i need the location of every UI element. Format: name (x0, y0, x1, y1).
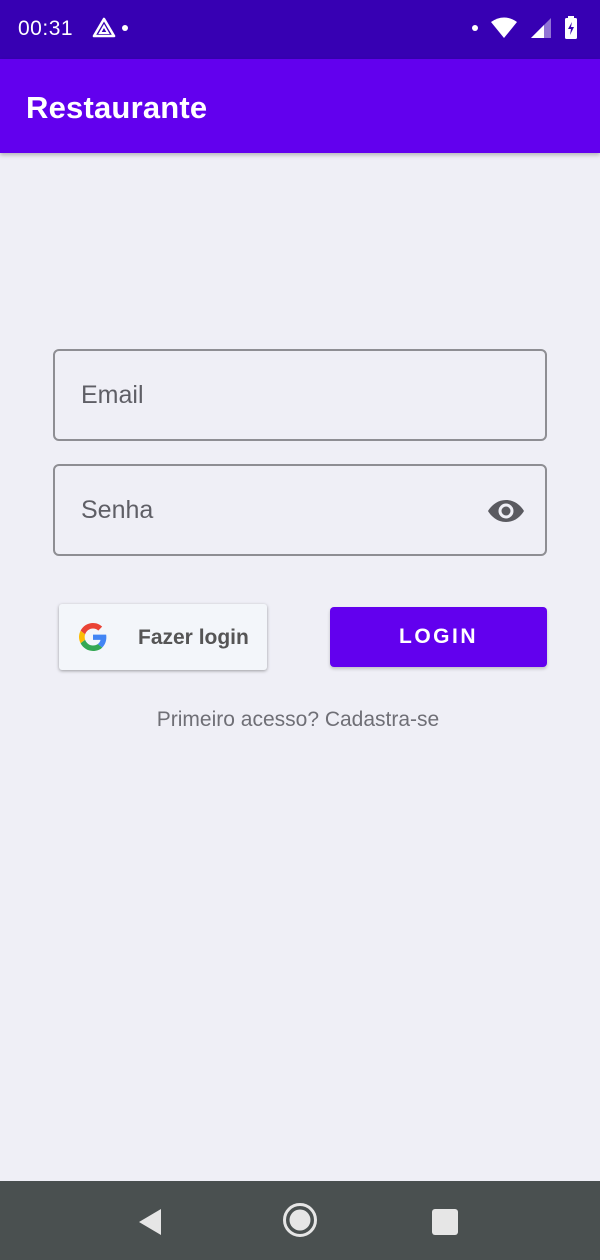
wifi-icon (491, 17, 517, 38)
email-input[interactable] (55, 351, 545, 439)
battery-charging-icon (565, 16, 577, 39)
google-sign-in-button[interactable]: Fazer login (59, 604, 267, 670)
signup-link[interactable]: Primeiro acesso? Cadastra-se (0, 708, 596, 732)
signal-icon (531, 18, 551, 38)
notification-dot-icon (122, 25, 128, 31)
status-time: 00:31 (18, 17, 74, 40)
app-bar: Restaurante (0, 59, 600, 153)
status-right-icons (472, 16, 578, 40)
drive-icon (92, 17, 116, 38)
app-title: Restaurante (26, 90, 208, 125)
status-bar: 00:31 (0, 0, 600, 59)
home-icon[interactable] (282, 1202, 318, 1238)
notification-dot-icon (472, 25, 478, 31)
password-field[interactable] (53, 464, 547, 556)
toggle-password-visibility-button[interactable] (487, 496, 525, 526)
recents-icon[interactable] (432, 1209, 458, 1235)
google-icon (79, 623, 107, 651)
status-left-icons (92, 17, 128, 39)
login-button[interactable]: LOGIN (330, 607, 547, 667)
eye-icon (488, 500, 524, 522)
navigation-bar (0, 1181, 600, 1260)
password-input[interactable] (55, 466, 545, 554)
back-icon[interactable] (137, 1207, 163, 1237)
google-button-label: Fazer login (138, 626, 249, 649)
email-field[interactable] (53, 349, 547, 441)
